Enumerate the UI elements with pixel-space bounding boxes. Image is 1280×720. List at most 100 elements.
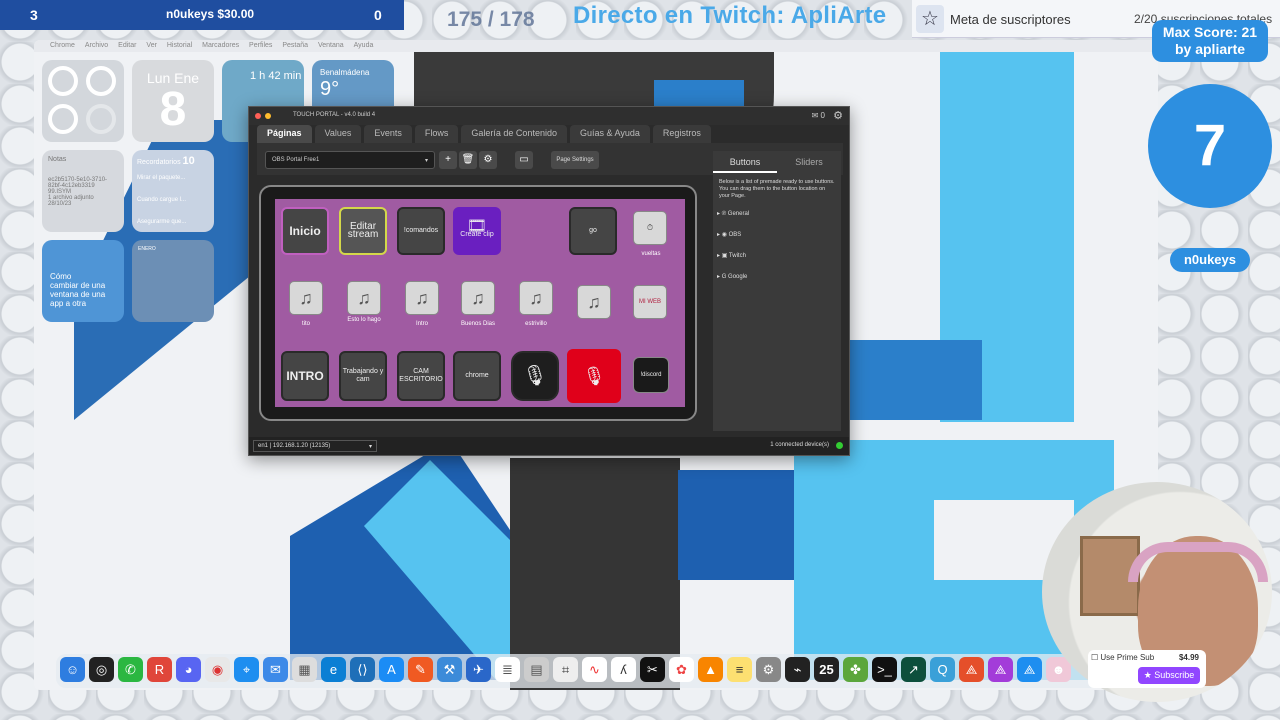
system-settings-icon[interactable]: ⚙ bbox=[756, 657, 781, 682]
tab-sliders[interactable]: Sliders bbox=[777, 151, 841, 173]
button-trabajando[interactable]: Trabajando y cam bbox=[339, 351, 387, 401]
menu-ver[interactable]: Ver bbox=[146, 42, 157, 49]
finder-icon[interactable]: ☺ bbox=[60, 657, 85, 682]
menu-historial[interactable]: Historial bbox=[167, 42, 192, 49]
button-buenos-dias[interactable]: ♫ bbox=[461, 281, 495, 315]
battery-widget[interactable] bbox=[42, 60, 124, 142]
button-cam-escritorio[interactable]: CAM ESCRITORIO bbox=[397, 351, 445, 401]
button-music-extra[interactable]: ♫ bbox=[577, 285, 611, 319]
pencil-app-icon[interactable]: ✎ bbox=[408, 657, 433, 682]
freeform-icon[interactable]: ∿ bbox=[582, 657, 607, 682]
chrome-icon[interactable]: ◉ bbox=[205, 657, 230, 682]
reminder-item[interactable]: Mirar el paquete... bbox=[137, 175, 209, 181]
add-page-button[interactable]: + bbox=[439, 151, 457, 169]
reminders-widget[interactable]: Recordatorios 10 Mirar el paquete... Cua… bbox=[132, 150, 214, 232]
vscode-icon[interactable]: ⟨⟩ bbox=[350, 657, 375, 682]
tab-guias[interactable]: Guías & Ayuda bbox=[569, 125, 650, 143]
activity-icon[interactable]: ◎ bbox=[89, 657, 114, 682]
tab-buttons[interactable]: Buttons bbox=[713, 151, 777, 173]
notes-widget[interactable]: Notas ec2b5170-5e10-3710-82bf-4c12eb3319… bbox=[42, 150, 124, 232]
tab-registros[interactable]: Registros bbox=[652, 125, 711, 143]
reminder-item[interactable]: Asegurarme que... bbox=[137, 219, 209, 225]
xcode-icon[interactable]: ⚒ bbox=[437, 657, 462, 682]
button-create-clip[interactable]: 🎞 Create clip bbox=[453, 207, 501, 255]
button-intro-big[interactable]: INTRO bbox=[281, 351, 329, 401]
button-chrome[interactable]: chrome bbox=[453, 351, 501, 401]
menu-ventana[interactable]: Ventana bbox=[318, 42, 344, 49]
headphones bbox=[1128, 542, 1268, 582]
menu-chrome[interactable]: Chrome bbox=[50, 42, 75, 49]
edge-icon[interactable]: e bbox=[321, 657, 346, 682]
settings-icon[interactable]: ⚙ bbox=[833, 109, 843, 122]
affinity-designer-icon[interactable]: ⟁ bbox=[988, 657, 1013, 682]
prime-checkbox[interactable]: ☐ bbox=[1091, 653, 1098, 662]
acrobat-icon[interactable]: ʎ bbox=[611, 657, 636, 682]
screenshot-icon[interactable]: ⌗ bbox=[553, 657, 578, 682]
game-icon[interactable]: ✤ bbox=[843, 657, 868, 682]
tab-values[interactable]: Values bbox=[314, 125, 362, 143]
category-general[interactable]: ▸ ℗ General bbox=[713, 206, 841, 227]
button-inicio[interactable]: Inicio bbox=[281, 207, 329, 255]
safari-icon[interactable]: ⌖ bbox=[234, 657, 259, 682]
category-obs[interactable]: ▸ ◉ OBS bbox=[713, 227, 841, 248]
vlc-icon[interactable]: ▲ bbox=[698, 657, 723, 682]
button-comandos[interactable]: !comandos bbox=[397, 207, 445, 255]
subscribe-button[interactable]: ★ Subscribe bbox=[1138, 667, 1200, 684]
stocks-icon[interactable]: ↗ bbox=[901, 657, 926, 682]
mail-icon[interactable]: ✉ bbox=[263, 657, 288, 682]
terminal-icon[interactable]: >_ bbox=[872, 657, 897, 682]
calendar-app-icon[interactable]: 25 bbox=[814, 657, 839, 682]
tips-widget[interactable]: Cómo cambiar de una ventana de una app a… bbox=[42, 240, 124, 322]
month-calendar-widget[interactable]: ENERO bbox=[132, 240, 214, 322]
button-go[interactable]: go bbox=[569, 207, 617, 255]
device-view-button[interactable]: ▭ bbox=[515, 151, 533, 169]
tab-paginas[interactable]: Páginas bbox=[257, 125, 312, 143]
button-intro[interactable]: ♫ bbox=[405, 281, 439, 315]
reminder-item[interactable]: Cuando cargue l... bbox=[137, 197, 209, 203]
button-esto-lo-hago[interactable]: ♫ bbox=[347, 281, 381, 315]
tools-icon[interactable]: ✈ bbox=[466, 657, 491, 682]
button-mic-on[interactable]: 🎙 bbox=[511, 351, 559, 401]
tab-flows[interactable]: Flows bbox=[414, 125, 459, 143]
whatsapp-icon[interactable]: ✆ bbox=[118, 657, 143, 682]
network-select[interactable]: en1 | 192.168.1.20 (12135) ▾ bbox=[253, 440, 377, 452]
notes-icon[interactable]: ≡ bbox=[727, 657, 752, 682]
button-editar-stream[interactable]: Editar stream bbox=[339, 207, 387, 255]
app-r-icon[interactable]: R bbox=[147, 657, 172, 682]
capcut-icon[interactable]: ✂ bbox=[640, 657, 665, 682]
menu-perfiles[interactable]: Perfiles bbox=[249, 42, 272, 49]
button-mic-mute[interactable]: 🎙 bbox=[567, 349, 621, 403]
reminders-icon[interactable]: ≣ bbox=[495, 657, 520, 682]
menu-marcadores[interactable]: Marcadores bbox=[202, 42, 239, 49]
launchpad-icon[interactable]: ▦ bbox=[292, 657, 317, 682]
button-mi-web[interactable]: MI WEB bbox=[633, 285, 667, 319]
page-select[interactable]: OBS Portal Free1 ▾ bbox=[265, 151, 435, 169]
quicktime-icon[interactable]: Q bbox=[930, 657, 955, 682]
close-icon[interactable] bbox=[255, 113, 261, 119]
discord-icon[interactable]: ◕ bbox=[176, 657, 201, 682]
calendar-widget[interactable]: Lun Ene 8 bbox=[132, 60, 214, 142]
tab-events[interactable]: Events bbox=[364, 125, 412, 143]
delete-page-button[interactable]: 🗑 bbox=[459, 151, 477, 169]
monitor-icon[interactable]: ⌁ bbox=[785, 657, 810, 682]
menu-pestana[interactable]: Pestaña bbox=[282, 42, 308, 49]
menu-editar[interactable]: Editar bbox=[118, 42, 136, 49]
minimize-icon[interactable] bbox=[265, 113, 271, 119]
appstore-icon[interactable]: A bbox=[379, 657, 404, 682]
page-settings-button[interactable]: Page Settings bbox=[551, 151, 599, 169]
tab-galeria[interactable]: Galería de Contenido bbox=[461, 125, 567, 143]
page-gear-button[interactable]: ⚙ bbox=[479, 151, 497, 169]
menu-archivo[interactable]: Archivo bbox=[85, 42, 108, 49]
category-twitch[interactable]: ▸ ▣ Twitch bbox=[713, 248, 841, 269]
button-estrivillo[interactable]: ♫ bbox=[519, 281, 553, 315]
category-google[interactable]: ▸ G Google bbox=[713, 269, 841, 290]
mail-icon[interactable]: ✉ 0 bbox=[812, 111, 825, 120]
button-vueltas[interactable]: ⏱ bbox=[633, 211, 667, 245]
preview-icon[interactable]: ▤ bbox=[524, 657, 549, 682]
photos-icon[interactable]: ✿ bbox=[669, 657, 694, 682]
affinity-photo-icon[interactable]: ⟁ bbox=[1017, 657, 1042, 682]
button-discord[interactable]: !discord bbox=[633, 357, 669, 393]
affinity-icon[interactable]: ⟁ bbox=[959, 657, 984, 682]
button-tito[interactable]: ♫ bbox=[289, 281, 323, 315]
menu-ayuda[interactable]: Ayuda bbox=[354, 42, 374, 49]
